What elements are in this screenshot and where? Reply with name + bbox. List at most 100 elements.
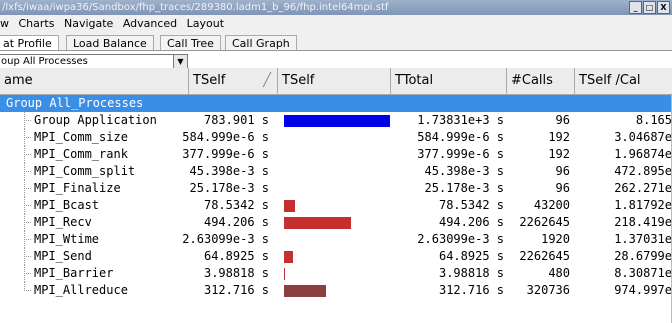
column-header-tself-label: TSelf	[193, 73, 226, 88]
function-name: MPI_Allreduce	[34, 283, 128, 297]
table-row[interactable]: MPI_Comm_split 45.398e-3 s 45.398e-3 s 96 47…	[0, 163, 672, 180]
ttotal-value: 312.716 s	[438, 283, 504, 297]
calls-value: 480	[548, 266, 570, 280]
column-header-calls[interactable]: #Calls	[507, 68, 575, 94]
function-name: MPI_Send	[34, 249, 92, 263]
table-row[interactable]: MPI_Barrier 3.98818 s 3.98818 s 480 8.30871e	[0, 265, 672, 282]
function-name: MPI_Comm_split	[34, 164, 136, 178]
function-name: MPI_Comm_size	[34, 130, 128, 144]
tself-per-call-value: 28.6799e	[614, 249, 672, 263]
tself-value: 312.716 s	[203, 283, 269, 297]
tself-per-call-value: 1.37031e	[614, 232, 672, 246]
group-row[interactable]: Group All_Processes	[0, 95, 672, 112]
calls-value: 2262645	[519, 249, 570, 263]
ttotal-value: 1.73831e+3 s	[417, 113, 504, 127]
calls-value: 96	[555, 164, 570, 178]
ttotal-value: 377.999e-6 s	[417, 147, 504, 161]
table-row[interactable]: Group Application 783.901 s 1.73831e+3 s 96…	[0, 112, 672, 129]
tree-connector	[24, 282, 34, 299]
table-row[interactable]: MPI_Comm_size 584.999e-6 s 584.999e-6 s 192…	[0, 129, 672, 146]
calls-value: 96	[555, 113, 570, 127]
table-row[interactable]: MPI_Allreduce 312.716 s 312.716 s 320736 974…	[0, 282, 672, 299]
tself-value: 25.178e-3 s	[189, 181, 269, 195]
tree-connector	[24, 248, 34, 265]
menu-view[interactable]: w	[0, 17, 9, 30]
tself-bar	[284, 268, 285, 280]
function-name: MPI_Wtime	[34, 232, 100, 246]
calls-value: 96	[555, 181, 570, 195]
tree-connector	[24, 112, 34, 129]
menu-navigate[interactable]: Navigate	[64, 17, 113, 30]
column-header-name-label: ame	[4, 73, 33, 88]
tree-connector	[24, 197, 34, 214]
table-row[interactable]: MPI_Wtime 2.63099e-3 s 2.63099e-3 s 1920 1.3…	[0, 231, 672, 248]
tab-load-balance[interactable]: Load Balance	[66, 35, 154, 51]
table-row[interactable]: MPI_Recv 494.206 s 494.206 s 2262645 218.419…	[0, 214, 672, 231]
tself-value: 3.98818 s	[203, 266, 269, 280]
tself-value: 377.999e-6 s	[182, 147, 269, 161]
tree-connector	[24, 231, 34, 248]
column-header-ttotal[interactable]: TTotal	[391, 68, 507, 94]
table-row[interactable]: MPI_Comm_rank 377.999e-6 s 377.999e-6 s 192…	[0, 146, 672, 163]
tself-per-call-value: 3.04687e	[614, 130, 672, 144]
function-name: MPI_Finalize	[34, 181, 121, 195]
tree-connector	[24, 214, 34, 231]
tab-flat-profile[interactable]: at Profile	[0, 35, 59, 51]
function-name: Group Application	[34, 113, 157, 127]
column-header-tself-per-call-label: TSelf /Cal	[579, 73, 641, 88]
window-titlebar: /lxfs/iwaa/iwpa36/Sandbox/fhp_traces/289…	[0, 0, 672, 15]
tself-per-call-value: 1.81792e	[614, 198, 672, 212]
column-header-tself-bar[interactable]: TSelf	[278, 68, 391, 94]
ttotal-value: 45.398e-3 s	[424, 164, 504, 178]
ttotal-value: 584.999e-6 s	[417, 130, 504, 144]
tself-per-call-value: 8.165	[635, 113, 672, 127]
tree-connector	[24, 146, 34, 163]
tself-value: 494.206 s	[203, 215, 269, 229]
calls-value: 192	[548, 147, 570, 161]
menu-advanced[interactable]: Advanced	[123, 17, 177, 30]
close-button[interactable]: X	[657, 1, 670, 14]
calls-value: 320736	[526, 283, 570, 297]
tself-per-call-value: 262.271e	[614, 181, 672, 195]
dropdown-arrow-icon[interactable]: ▼	[173, 55, 187, 68]
function-name: MPI_Bcast	[34, 198, 100, 212]
tab-call-tree[interactable]: Call Tree	[160, 35, 221, 51]
tself-per-call-value: 974.997e	[614, 283, 672, 297]
tself-value: 45.398e-3 s	[189, 164, 269, 178]
ttotal-value: 64.8925 s	[438, 249, 504, 263]
calls-value: 2262645	[519, 215, 570, 229]
table-row[interactable]: MPI_Finalize 25.178e-3 s 25.178e-3 s 96 262.…	[0, 180, 672, 197]
window-title: /lxfs/iwaa/iwpa36/Sandbox/fhp_traces/289…	[2, 2, 389, 13]
minimize-button[interactable]: _	[629, 1, 642, 14]
process-group-value: oup All Processes	[1, 56, 88, 67]
tab-bar: at Profile Load Balance Call Tree Call G…	[0, 33, 672, 51]
tree-connector	[24, 163, 34, 180]
process-group-select[interactable]: oup All Processes ▼	[0, 54, 188, 69]
tree-connector	[24, 180, 34, 197]
tab-call-graph[interactable]: Call Graph	[225, 35, 297, 51]
function-name: MPI_Comm_rank	[34, 147, 128, 161]
column-header-tself-per-call[interactable]: TSelf /Cal	[575, 68, 672, 94]
function-name: MPI_Recv	[34, 215, 92, 229]
calls-value: 1920	[541, 232, 570, 246]
tself-bar	[284, 285, 326, 297]
tself-value: 584.999e-6 s	[182, 130, 269, 144]
menubar: w Charts Navigate Advanced Layout	[0, 15, 672, 33]
tself-bar	[284, 217, 351, 229]
ttotal-value: 78.5342 s	[438, 198, 504, 212]
tree-connector	[24, 129, 34, 146]
group-row-label: Group All_Processes	[6, 96, 144, 110]
menu-charts[interactable]: Charts	[19, 17, 55, 30]
column-header-tself[interactable]: TSelf	[188, 68, 278, 94]
tself-value: 783.901 s	[203, 113, 269, 127]
calls-value: 43200	[533, 198, 570, 212]
tself-bar	[284, 200, 295, 212]
column-header-tself-bar-label: TSelf	[282, 73, 315, 88]
tself-value: 64.8925 s	[203, 249, 269, 263]
menu-layout[interactable]: Layout	[187, 17, 224, 30]
maximize-button[interactable]: □	[643, 1, 656, 14]
ttotal-value: 25.178e-3 s	[424, 181, 504, 195]
table-row[interactable]: MPI_Send 64.8925 s 64.8925 s 2262645 28.6799…	[0, 248, 672, 265]
table-header: ame ╱ TSelf TSelf TTotal #Calls TSelf /C…	[0, 68, 672, 95]
table-row[interactable]: MPI_Bcast 78.5342 s 78.5342 s 43200 1.81792e	[0, 197, 672, 214]
